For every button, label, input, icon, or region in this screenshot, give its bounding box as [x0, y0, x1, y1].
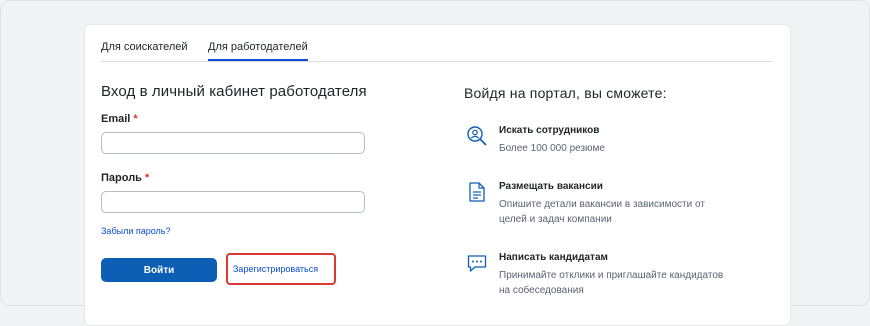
forgot-password-link[interactable]: Забыли пароль? [101, 226, 170, 236]
required-marker: * [133, 113, 138, 125]
auth-card: Для соискателей Для работодателей Вход в… [84, 24, 791, 326]
password-label: Пароль * [101, 172, 149, 184]
document-icon [469, 182, 485, 202]
email-field[interactable] [101, 132, 365, 154]
password-field[interactable] [101, 191, 365, 213]
feature-title: Написать кандидатам [499, 252, 608, 263]
audience-tabs: Для соискателей Для работодателей [101, 39, 773, 62]
login-button[interactable]: Войти [101, 258, 217, 282]
tab-employers[interactable]: Для работодателей [208, 39, 308, 61]
password-label-text: Пароль [101, 172, 142, 184]
feature-title: Искать сотрудников [499, 125, 600, 136]
register-button[interactable]: Зарегистрироваться [233, 258, 329, 280]
feature-description: Принимайте отклики и приглашайте кандида… [499, 270, 724, 296]
email-label-text: Email [101, 113, 131, 125]
required-marker: * [144, 172, 150, 184]
tab-job-seekers[interactable]: Для соискателей [101, 39, 188, 60]
email-label: Email * [101, 113, 138, 125]
feature-title: Размещать вакансии [499, 181, 603, 192]
chat-icon [467, 255, 487, 272]
promo-title: Войдя на портал, вы сможете: [464, 85, 667, 101]
feature-description: Опишите детали вакансии в зависимости от… [499, 199, 705, 225]
register-highlight: Зарегистрироваться [226, 253, 336, 285]
page-frame: Для соискателей Для работодателей Вход в… [0, 0, 870, 326]
search-people-icon [467, 126, 487, 146]
login-title: Вход в личный кабинет работодателя [101, 83, 367, 100]
feature-description: Более 100 000 резюме [499, 143, 605, 154]
